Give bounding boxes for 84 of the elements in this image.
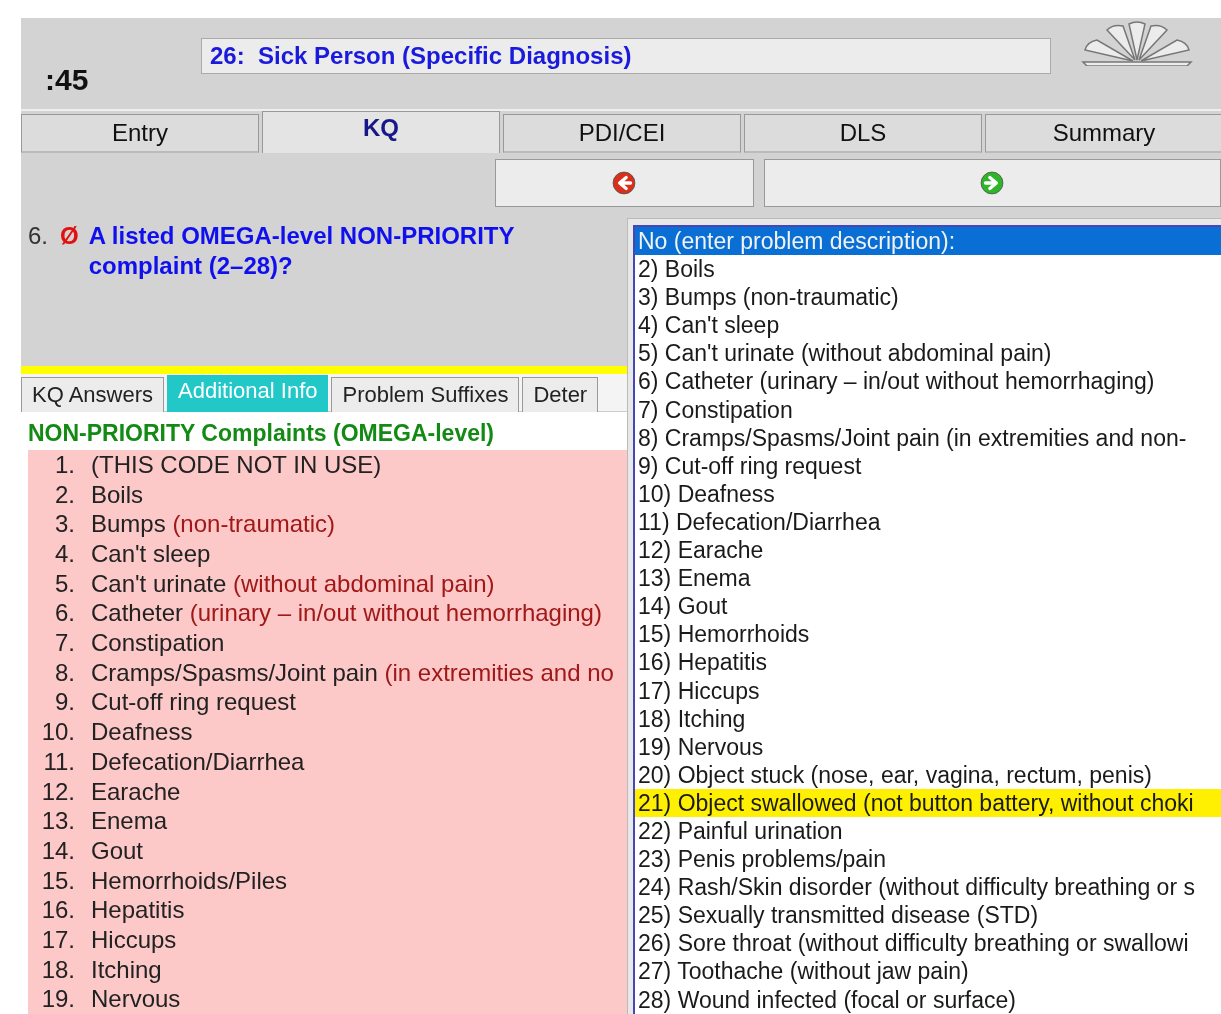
dropdown-option[interactable]: 25) Sexually transmitted disease (STD) xyxy=(635,901,1221,930)
dropdown-option[interactable]: 6) Catheter (urinary – in/out without hemorrhaging) xyxy=(635,367,1221,396)
dropdown-option[interactable]: 11) Defecation/Diarrhea xyxy=(635,507,1221,537)
item-number: 17. xyxy=(40,924,75,955)
list-item-text: Bumps (non-traumatic) xyxy=(91,509,336,539)
question-number: 6. xyxy=(28,220,48,251)
dropdown-option[interactable]: 4) Can't sleep xyxy=(635,311,1221,340)
item-number: 4. xyxy=(54,539,75,569)
null-mark: Ø xyxy=(60,220,79,251)
tab[interactable]: PDI/CEI xyxy=(503,114,741,154)
list-item-text: Itching xyxy=(91,954,162,985)
item-number: 11. xyxy=(42,746,75,777)
item-number: 5. xyxy=(54,568,75,599)
item-number: 10. xyxy=(40,717,75,747)
timer-text: :45 xyxy=(45,63,90,97)
dropdown-option[interactable]: 3) Bumps (non-traumatic) xyxy=(635,283,1221,312)
question-text: A listed OMEGA-level NON-PRIORITY complaint (2–28)? xyxy=(88,220,516,281)
dropdown-option[interactable]: 9) Cut-off ring request xyxy=(635,451,1221,480)
list-item-text: Enema xyxy=(91,806,168,836)
fan-logo-icon xyxy=(1079,20,1195,66)
dropdown-option[interactable]: 8) Cramps/Spasms/Joint pain (in extremities and non- xyxy=(635,423,1221,452)
dropdown-option[interactable]: 21) Object swallowed (not button battery, without choki xyxy=(635,788,1221,817)
list-item-text: Hiccups xyxy=(91,924,177,955)
back-button[interactable] xyxy=(495,159,754,208)
list-item-text: (THIS CODE NOT IN USE) xyxy=(91,449,382,480)
dropdown-option[interactable]: 24) Rash/Skin disorder (without difficulty breathing or s xyxy=(635,873,1221,902)
dropdown-option[interactable]: 2) Boils xyxy=(635,255,1221,284)
item-number: 7. xyxy=(54,628,75,658)
item-number: 14. xyxy=(40,835,75,866)
list-item-text: Hepatitis xyxy=(91,895,185,925)
tab[interactable]: Summary xyxy=(985,114,1221,154)
section-heading: NON-PRIORITY Complaints (OMEGA-level) xyxy=(28,419,494,448)
dropdown-list[interactable] xyxy=(627,218,1221,1014)
list-item-text: Can't sleep xyxy=(91,539,211,569)
item-number: 13. xyxy=(40,806,75,836)
list-item-text: Cut-off ring request xyxy=(91,687,296,718)
dropdown-option[interactable]: 17) Hiccups xyxy=(635,676,1221,705)
item-number: 19. xyxy=(40,984,75,1014)
item-number: 12. xyxy=(40,776,75,807)
dropdown-option[interactable]: 22) Painful urination xyxy=(635,816,1221,846)
list-item-text: Defecation/Diarrhea xyxy=(91,746,305,777)
dropdown-option[interactable]: 7) Constipation xyxy=(635,395,1221,424)
item-number: 3. xyxy=(54,509,75,539)
item-number: 18. xyxy=(40,954,75,985)
dropdown-option[interactable]: 10) Deafness xyxy=(635,479,1221,508)
dropdown-option[interactable]: 19) Nervous xyxy=(635,732,1221,761)
list-item-text: Can't urinate (without abdominal pain) xyxy=(91,568,495,599)
dropdown-option[interactable]: 15) Hemorrhoids xyxy=(635,620,1221,649)
item-number: 16. xyxy=(40,895,75,925)
dropdown-option[interactable]: No (enter problem description): xyxy=(635,227,1221,256)
tab[interactable]: KQ Answers xyxy=(21,376,165,413)
item-number: 8. xyxy=(54,657,75,688)
list-item-text: Earache xyxy=(91,776,181,807)
dropdown-option[interactable]: 13) Enema xyxy=(635,564,1221,593)
tab[interactable]: DLS xyxy=(744,114,982,154)
list-item-text: Gout xyxy=(91,835,144,866)
item-number: 2. xyxy=(54,479,75,510)
dropdown-option[interactable]: 20) Object stuck (nose, ear, vagina, rectum, penis) xyxy=(635,760,1221,789)
forward-button[interactable] xyxy=(763,159,1221,208)
dropdown-option[interactable]: 26) Sore throat (without difficulty breathing or swallowi xyxy=(635,929,1221,958)
tab[interactable]: KQ xyxy=(262,111,500,154)
dropdown-option[interactable]: 28) Wound infected (focal or surface) xyxy=(635,985,1221,1014)
tab[interactable]: Problem Suffixes xyxy=(331,376,520,413)
dropdown-option[interactable]: 18) Itching xyxy=(635,704,1221,733)
item-number: 9. xyxy=(54,687,75,718)
dropdown-option[interactable]: 14) Gout xyxy=(635,592,1221,621)
list-item-text: Hemorrhoids/Piles xyxy=(91,865,288,896)
title-field: 26: Sick Person (Specific Diagnosis) xyxy=(201,38,1051,74)
list-item-text: Boils xyxy=(91,479,144,510)
dropdown-option[interactable]: 23) Penis problems/pain xyxy=(635,845,1221,874)
dropdown-option[interactable]: 16) Hepatitis xyxy=(635,648,1221,677)
list-item-text: Nervous xyxy=(91,984,181,1014)
tab[interactable]: Entry xyxy=(21,114,259,154)
list-item-text: Catheter (urinary – in/out without hemorrhaging) xyxy=(91,598,602,629)
list-item-text: Constipation xyxy=(91,628,225,658)
tab[interactable]: Deter xyxy=(522,376,599,413)
dropdown-option[interactable]: 5) Can't urinate (without abdominal pain) xyxy=(635,339,1221,368)
list-item-text: Cramps/Spasms/Joint pain (in extremities and no xyxy=(91,657,614,688)
list-item-text: Deafness xyxy=(91,717,193,747)
item-number: 6. xyxy=(54,598,75,629)
item-number: 1. xyxy=(54,449,75,480)
dropdown-option[interactable]: 12) Earache xyxy=(635,536,1221,565)
dropdown-option[interactable]: 27) Toothache (without jaw pain) xyxy=(635,957,1221,986)
item-number: 15. xyxy=(40,865,75,896)
